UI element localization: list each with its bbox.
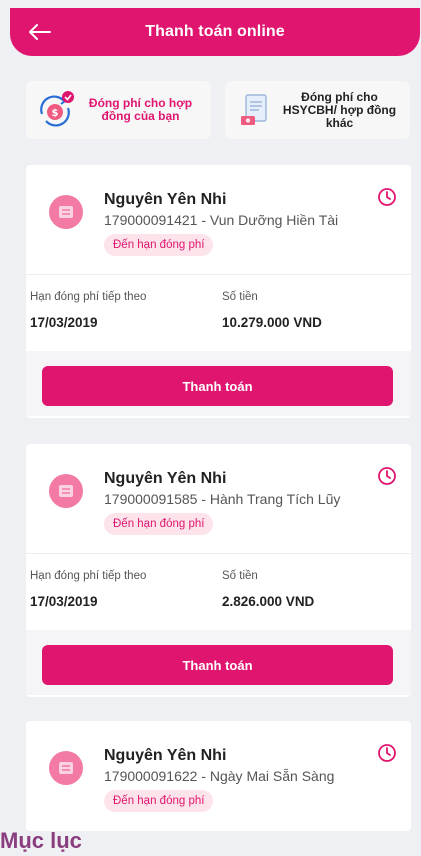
payment-refresh-icon: $	[34, 88, 78, 132]
policy-holder-name: Nguyên Yên Nhi	[104, 470, 227, 487]
status-badge: Đến hạn đóng phí	[104, 513, 214, 535]
policy-card-header: Nguyên Yên Nhi 179000091622 - Ngày Mai S…	[26, 721, 411, 831]
avatar-icon	[49, 474, 83, 508]
pay-button[interactable]: Thanh toán	[42, 645, 393, 685]
next-due-label: Hạn đóng phí tiếp theo	[30, 570, 147, 582]
page-title: Thanh toán online	[145, 23, 285, 40]
status-badge: Đến hạn đóng phí	[104, 234, 214, 256]
policy-holder-name: Nguyên Yên Nhi	[104, 191, 227, 208]
pay-other-contract-button[interactable]: Đóng phí cho HSYCBH/ hợp đồng khác	[225, 81, 410, 139]
amount-value: 10.279.000 VND	[222, 315, 322, 330]
pay-other-contract-label: Đóng phí cho HSYCBH/ hợp đồng khác	[282, 89, 397, 130]
next-due-value: 17/03/2019	[30, 315, 98, 330]
avatar-icon	[49, 195, 83, 229]
policy-card-header: Nguyên Yên Nhi 179000091585 - Hành Trang…	[26, 444, 411, 554]
next-due-label: Hạn đóng phí tiếp theo	[30, 291, 147, 303]
pay-own-contract-button[interactable]: $ Đóng phí cho hợp đồng của bạn	[26, 81, 211, 139]
policy-card-actions: Thanh toán	[26, 630, 411, 695]
policy-payment-info: Hạn đóng phí tiếp theo 17/03/2019 Số tiề…	[26, 554, 411, 630]
amount-label: Số tiền	[222, 291, 258, 303]
amount-value: 2.826.000 VND	[222, 594, 315, 609]
policy-payment-info: Hạn đóng phí tiếp theo 17/03/2019 Số tiề…	[26, 275, 411, 351]
status-badge: Đến hạn đóng phí	[104, 790, 214, 812]
back-button[interactable]	[26, 18, 54, 46]
quick-actions: $ Đóng phí cho hợp đồng của bạn Đóng phí…	[26, 81, 410, 139]
clock-icon[interactable]	[377, 187, 397, 207]
policy-number-name: 179000091585 - Hành Trang Tích Lũy	[104, 491, 341, 507]
clock-icon[interactable]	[377, 466, 397, 486]
svg-text:$: $	[52, 108, 59, 119]
pay-own-contract-label: Đóng phí cho hợp đồng của bạn	[88, 96, 193, 123]
pay-button[interactable]: Thanh toán	[42, 366, 393, 406]
policy-card: Nguyên Yên Nhi 179000091622 - Ngày Mai S…	[26, 721, 411, 831]
table-of-contents-label: Mục lục	[0, 828, 82, 853]
back-arrow-icon	[29, 24, 51, 40]
next-due-value: 17/03/2019	[30, 594, 98, 609]
avatar-icon	[49, 751, 83, 785]
policy-number-name: 179000091421 - Vun Dưỡng Hiền Tài	[104, 212, 339, 228]
policy-card: Nguyên Yên Nhi 179000091585 - Hành Trang…	[26, 444, 411, 697]
policy-card-header: Nguyên Yên Nhi 179000091421 - Vun Dưỡng …	[26, 165, 411, 275]
policy-card-actions: Thanh toán	[26, 351, 411, 416]
document-money-icon	[233, 88, 277, 132]
clock-icon[interactable]	[377, 743, 397, 763]
policy-card: Nguyên Yên Nhi 179000091421 - Vun Dưỡng …	[26, 165, 411, 418]
amount-label: Số tiền	[222, 570, 258, 582]
policy-holder-name: Nguyên Yên Nhi	[104, 747, 227, 764]
policy-number-name: 179000091622 - Ngày Mai Sẵn Sàng	[104, 768, 335, 784]
app-bar: Thanh toán online	[10, 8, 420, 56]
